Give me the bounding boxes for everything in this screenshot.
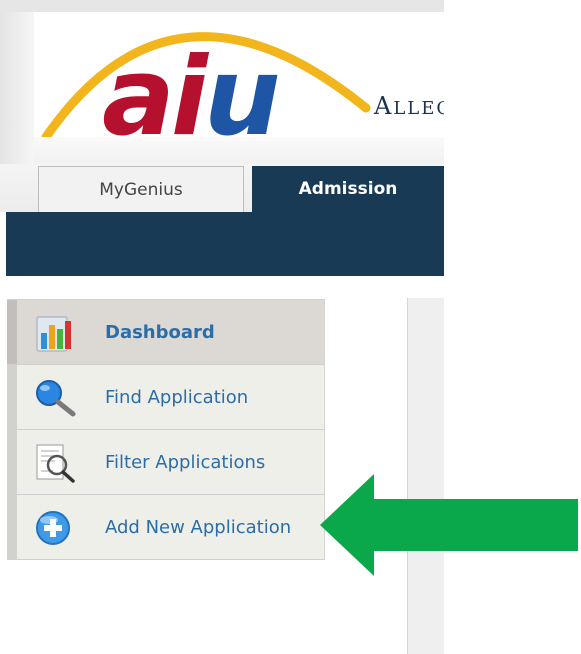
tab-admission[interactable]: Admission [252, 166, 444, 212]
sidebar-item-label: Find Application [105, 386, 249, 408]
sidebar-item-label: Filter Applications [105, 451, 266, 473]
sidebar-item-filter-applications[interactable]: Filter Applications [7, 430, 325, 495]
logo-area: aiu ALLEG [34, 12, 444, 137]
sidebar-item-label: Add New Application [105, 516, 292, 538]
sidebar-item-add-new-application[interactable]: Add New Application [7, 495, 325, 560]
magnifier-icon [36, 380, 76, 417]
tab-label: Admission [298, 179, 398, 199]
tab-mygenius[interactable]: MyGenius [38, 166, 244, 212]
tagline-letter: L [407, 98, 422, 119]
filter-document-icon [36, 444, 75, 483]
tagline-letter: E [421, 98, 437, 119]
header-left-shade [0, 12, 34, 164]
sidebar-item-label: Dashboard [105, 321, 215, 343]
tagline-text: ALLEG [374, 92, 444, 120]
tab-label: MyGenius [99, 179, 183, 200]
green-arrow-annotation [320, 474, 578, 576]
tagline-letter: L [393, 98, 408, 119]
admission-nav-bar [6, 212, 444, 276]
tab-row: MyGenius Admission [0, 164, 444, 212]
tagline-letter: A [374, 92, 394, 120]
sidebar-item-dashboard[interactable]: Dashboard [7, 300, 325, 365]
top-strip [0, 0, 444, 12]
sidebar-item-find-application[interactable]: Find Application [7, 365, 325, 430]
tagline-letter: G [436, 98, 444, 119]
bar-chart-icon [36, 316, 71, 352]
add-circle-icon [36, 511, 70, 545]
header-banner: aiu ALLEG [0, 12, 444, 164]
admission-screen: aiu ALLEG MyGenius Admission [0, 0, 581, 654]
sidebar-menu: Dashboard Find Application Filter Applic… [7, 299, 325, 560]
